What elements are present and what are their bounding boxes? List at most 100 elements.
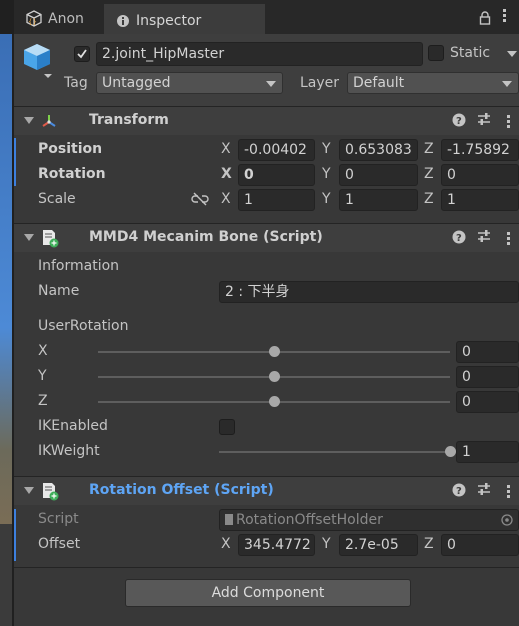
tab-anon[interactable]: {} Anon: [24, 6, 84, 32]
offset-z-field[interactable]: 0: [441, 534, 519, 556]
layer-label: Layer: [300, 75, 340, 91]
offset-y-field[interactable]: 2.7e-05: [339, 534, 418, 556]
offset-z-value: 0: [447, 537, 456, 553]
rotation-offset-header[interactable]: Rotation Offset (Script) ?: [14, 476, 519, 505]
user-rotation-x-field[interactable]: 0: [456, 341, 519, 363]
foldout-arrow-icon[interactable]: [24, 234, 34, 241]
user-rotation-x-slider-knob[interactable]: [268, 346, 280, 357]
component-menu-icon[interactable]: [507, 485, 510, 498]
script-object-field: RotationOffsetHolder: [219, 509, 519, 531]
position-z-field[interactable]: -1.75892: [441, 139, 519, 161]
mmd4-header[interactable]: MMD4 Mecanim Bone (Script) ?: [14, 223, 519, 252]
object-name-text: 2.joint_HipMaster: [102, 46, 225, 62]
user-rotation-y-value: 0: [462, 369, 471, 385]
scale-z-field[interactable]: 1: [441, 189, 519, 211]
chevron-down-icon: [266, 81, 276, 87]
rotation-y-label[interactable]: Y: [322, 166, 331, 182]
ik-weight-value: 1: [462, 444, 471, 460]
ik-weight-field[interactable]: 1: [456, 441, 519, 463]
offset-label: Offset: [38, 536, 81, 552]
constrain-proportions-icon[interactable]: [191, 192, 209, 206]
gameobject-cube-icon[interactable]: [20, 40, 56, 80]
component-menu-icon[interactable]: [507, 115, 510, 128]
user-rotation-y-field[interactable]: 0: [456, 366, 519, 388]
position-label: Position: [38, 141, 103, 157]
user-rotation-z-label: Z: [38, 393, 48, 409]
scale-z-label[interactable]: Z: [424, 191, 434, 207]
rotation-z-value: 0: [447, 167, 456, 183]
rotation-z-field[interactable]: 0: [441, 164, 519, 186]
active-checkbox[interactable]: [74, 46, 90, 62]
component-menu-icon[interactable]: [507, 232, 510, 245]
position-x-label[interactable]: X: [221, 141, 231, 157]
scale-y-field[interactable]: 1: [339, 189, 418, 211]
position-z-value: -1.75892: [447, 142, 510, 158]
bone-name-field[interactable]: 2 : 下半身: [219, 281, 519, 303]
scale-y-label[interactable]: Y: [322, 191, 331, 207]
offset-z-label[interactable]: Z: [424, 536, 434, 552]
layer-dropdown[interactable]: Default: [347, 72, 519, 94]
user-rotation-y-label: Y: [38, 368, 47, 384]
offset-x-value: 345.4772: [244, 537, 311, 553]
preset-icon[interactable]: [477, 229, 491, 247]
rotation-y-value: 0: [345, 167, 354, 183]
bone-name-value: 2 : 下半身: [225, 284, 290, 300]
offset-x-field[interactable]: 345.4772: [238, 534, 315, 556]
add-component-button[interactable]: Add Component: [125, 579, 411, 607]
position-y-field[interactable]: 0.653083: [339, 139, 418, 161]
tab-anon-label: Anon: [48, 11, 84, 27]
scene-ground: [0, 524, 12, 626]
offset-y-label[interactable]: Y: [322, 536, 331, 552]
transform-axes-icon: [42, 115, 56, 127]
offset-y-value: 2.7e-05: [345, 537, 399, 553]
bone-name-label: Name: [38, 283, 80, 299]
mmd4-title: MMD4 Mecanim Bone (Script): [89, 229, 323, 245]
scene-view-edge: [0, 0, 14, 626]
rotation-y-field[interactable]: 0: [339, 164, 418, 186]
help-icon[interactable]: ?: [452, 230, 466, 248]
script-icon: [43, 483, 59, 501]
offset-x-label[interactable]: X: [221, 536, 231, 552]
rotation-x-label[interactable]: X: [221, 166, 232, 182]
checkmark-icon: [77, 49, 87, 59]
ik-enabled-checkbox[interactable]: [219, 419, 235, 435]
rotation-label: Rotation: [38, 166, 106, 182]
tag-dropdown[interactable]: Untagged: [96, 72, 283, 94]
svg-text:{}: {}: [28, 18, 37, 26]
user-rotation-x-value: 0: [462, 344, 471, 360]
tab-inspector-label: Inspector: [136, 13, 202, 29]
rotation-x-field[interactable]: 0: [238, 164, 315, 186]
help-icon[interactable]: ?: [452, 483, 466, 501]
script-object-value: RotationOffsetHolder: [236, 512, 383, 528]
help-icon[interactable]: ?: [452, 113, 466, 131]
scale-x-field[interactable]: 1: [238, 189, 315, 211]
scale-y-value: 1: [345, 192, 354, 208]
object-name-input[interactable]: 2.joint_HipMaster: [96, 42, 423, 66]
user-rotation-z-field[interactable]: 0: [456, 391, 519, 413]
position-x-field[interactable]: -0.00402: [238, 139, 315, 161]
tab-inspector[interactable]: Inspector: [104, 4, 265, 36]
transform-title: Transform: [89, 112, 169, 128]
object-picker-icon: [501, 514, 513, 526]
lock-icon[interactable]: [479, 11, 491, 25]
static-checkbox[interactable]: [428, 45, 444, 61]
user-rotation-z-slider-knob[interactable]: [268, 396, 280, 407]
rotation-offset-title: Rotation Offset (Script): [89, 482, 274, 498]
object-header: 2.joint_HipMaster Static Tag Untagged La…: [14, 34, 519, 107]
scale-x-label[interactable]: X: [221, 191, 231, 207]
position-z-label[interactable]: Z: [424, 141, 434, 157]
user-rotation-y-slider-knob[interactable]: [268, 371, 280, 382]
svg-text:?: ?: [456, 233, 462, 244]
script-file-icon: [225, 514, 233, 525]
preset-icon[interactable]: [477, 112, 491, 130]
more-menu-icon[interactable]: [503, 9, 507, 22]
ik-weight-slider[interactable]: [219, 451, 450, 453]
position-y-label[interactable]: Y: [322, 141, 331, 157]
rotation-z-label[interactable]: Z: [424, 166, 434, 182]
preset-icon[interactable]: [477, 482, 491, 500]
transform-header[interactable]: Transform ?: [14, 106, 519, 135]
static-dropdown-arrow[interactable]: [507, 51, 517, 57]
foldout-arrow-icon[interactable]: [24, 117, 34, 124]
foldout-arrow-icon[interactable]: [24, 487, 34, 494]
ik-weight-slider-knob[interactable]: [444, 446, 456, 457]
